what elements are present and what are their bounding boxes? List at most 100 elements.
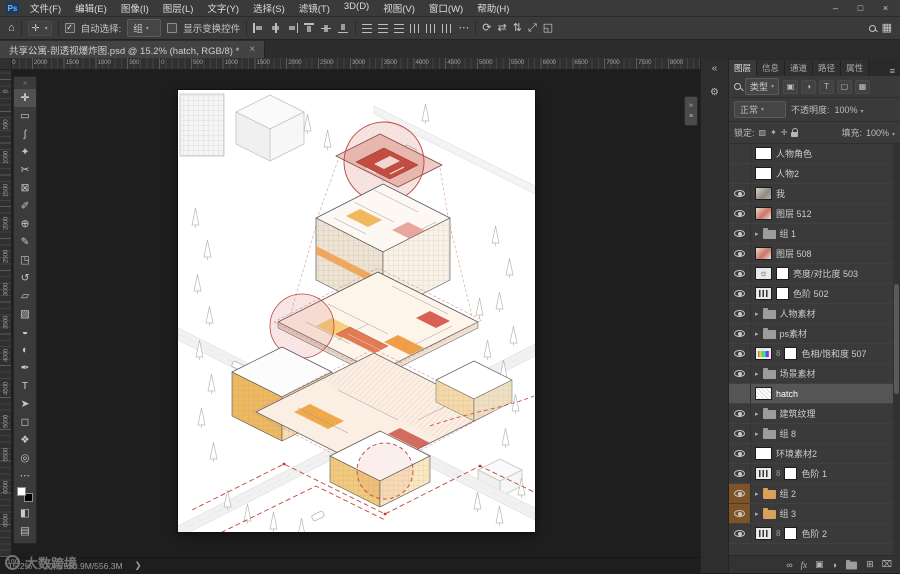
- layer-name[interactable]: hatch: [776, 389, 798, 399]
- layer-visibility-toggle[interactable]: [729, 224, 751, 243]
- distribute-vertical-top-button[interactable]: [362, 23, 373, 33]
- layer-row-main[interactable]: ▸ 组 8: [751, 427, 900, 440]
- panel-menu-icon[interactable]: ≡: [885, 66, 900, 76]
- edit-toolbar-button[interactable]: ⋯: [14, 467, 36, 485]
- properties-panel-icon[interactable]: ⚙: [704, 84, 726, 100]
- quick-mask-button[interactable]: ◧: [14, 504, 36, 522]
- layer-visibility-toggle[interactable]: [729, 524, 751, 543]
- distribute-vertical-bottom-button[interactable]: [394, 23, 405, 33]
- collapse-dock-button[interactable]: «: [704, 60, 726, 76]
- layer-row-main[interactable]: 人物2: [751, 167, 900, 180]
- layer-name[interactable]: 亮度/对比度 503: [793, 267, 858, 280]
- close-button[interactable]: ×: [873, 3, 898, 13]
- layer-row-main[interactable]: ▸ 组 1: [751, 227, 900, 240]
- menu-layer[interactable]: 图层(L): [156, 0, 201, 16]
- horizontal-ruler[interactable]: 2500200015001000500050010001500200025003…: [0, 58, 700, 70]
- lock-paint-icon[interactable]: ✦: [770, 128, 777, 137]
- layer-thumbnail[interactable]: [755, 247, 772, 260]
- distribute-horizontal-center-button[interactable]: [426, 23, 437, 33]
- layer-visibility-toggle[interactable]: [729, 344, 751, 363]
- collapse-widget-icon[interactable]: »: [689, 102, 693, 109]
- 3d-roll-icon[interactable]: ⇄: [498, 22, 507, 34]
- layer-name[interactable]: 环境素材2: [776, 447, 817, 460]
- eraser-tool[interactable]: ▱: [14, 287, 36, 305]
- adjustment-filter-icon[interactable]: ◑: [801, 79, 817, 94]
- tool-preset-dropdown[interactable]: ✛: [27, 20, 52, 36]
- lock-all-icon[interactable]: [791, 128, 799, 137]
- group-caret-icon[interactable]: ▸: [755, 490, 759, 498]
- layer-row[interactable]: 8 色阶 1: [729, 464, 900, 484]
- layer-mask-thumbnail[interactable]: [776, 287, 789, 300]
- 3d-scale-icon[interactable]: ◱: [543, 22, 553, 34]
- more-options-icon[interactable]: ⋯: [458, 22, 469, 34]
- pen-tool[interactable]: ✒: [14, 359, 36, 377]
- layer-mask-thumbnail[interactable]: [784, 347, 798, 360]
- distribute-horizontal-left-button[interactable]: [410, 23, 421, 33]
- menu-filter[interactable]: 滤镜(T): [292, 0, 337, 16]
- layer-name[interactable]: 色阶 502: [793, 287, 829, 300]
- layer-row-main[interactable]: ▸ 人物素材: [751, 307, 900, 320]
- layer-visibility-toggle[interactable]: [729, 504, 751, 523]
- layer-row[interactable]: ▸ 组 2: [729, 484, 900, 504]
- lock-transparency-icon[interactable]: ▨: [759, 128, 767, 137]
- 3d-slide-icon[interactable]: ⤢: [528, 22, 537, 34]
- zoom-tool[interactable]: ◎: [14, 449, 36, 467]
- home-icon[interactable]: ⌂: [8, 22, 15, 34]
- layer-name[interactable]: 色阶 1: [801, 467, 827, 480]
- layer-visibility-toggle[interactable]: [729, 364, 751, 383]
- layer-visibility-toggle[interactable]: [729, 204, 751, 223]
- layer-name[interactable]: 场景素材: [780, 367, 816, 380]
- layer-row[interactable]: 色阶 502: [729, 284, 900, 304]
- frame-tool[interactable]: ⊠: [14, 179, 36, 197]
- brush-tool[interactable]: ✎: [14, 233, 36, 251]
- healing-brush-tool[interactable]: ⊕: [14, 215, 36, 233]
- layer-visibility-toggle[interactable]: [729, 444, 751, 463]
- eyedropper-tool[interactable]: ✐: [14, 197, 36, 215]
- layer-row-main[interactable]: 8 色阶 2: [751, 527, 900, 540]
- layer-visibility-toggle[interactable]: [729, 424, 751, 443]
- maximize-button[interactable]: □: [848, 3, 873, 13]
- layer-name[interactable]: 组 1: [780, 227, 797, 240]
- layer-visibility-toggle[interactable]: [729, 404, 751, 423]
- foreground-color-swatch[interactable]: [17, 487, 26, 496]
- crop-tool[interactable]: ✂: [14, 161, 36, 179]
- menu-edit[interactable]: 编辑(E): [68, 0, 114, 16]
- layer-row[interactable]: ▸ ps素材: [729, 324, 900, 344]
- adjustment-thumbnail[interactable]: [755, 287, 772, 300]
- layer-row[interactable]: ▸ 组 1: [729, 224, 900, 244]
- layer-row-main[interactable]: 图层 512: [751, 207, 900, 220]
- adjustment-thumbnail[interactable]: [755, 347, 772, 360]
- distribute-vertical-middle-button[interactable]: [378, 23, 389, 33]
- layer-row-main[interactable]: hatch: [751, 387, 900, 400]
- menu-type[interactable]: 文字(Y): [200, 0, 246, 16]
- layer-row-main[interactable]: 色阶 502: [751, 287, 900, 300]
- layer-row[interactable]: 图层 512: [729, 204, 900, 224]
- panel-tab-属性[interactable]: 属性: [841, 60, 870, 76]
- align-top-button[interactable]: [304, 23, 315, 33]
- layer-row-main[interactable]: ▸ ps素材: [751, 327, 900, 340]
- dodge-tool[interactable]: ◐: [14, 341, 36, 359]
- lasso-tool[interactable]: ʃ: [14, 125, 36, 143]
- search-icon[interactable]: [868, 24, 876, 32]
- delete-layer-button[interactable]: ⌧: [882, 559, 892, 570]
- layer-thumbnail[interactable]: [755, 447, 772, 460]
- layer-thumbnail[interactable]: [755, 207, 772, 220]
- status-options-arrow[interactable]: ❯: [135, 560, 142, 571]
- layer-mask-thumbnail[interactable]: [776, 267, 789, 280]
- layer-name[interactable]: 人物角色: [776, 147, 812, 160]
- adjustment-thumbnail[interactable]: ☼: [755, 267, 772, 280]
- layer-visibility-toggle[interactable]: [729, 144, 751, 163]
- type-filter-icon[interactable]: T: [819, 79, 835, 94]
- show-transform-checkbox[interactable]: [167, 23, 178, 33]
- history-brush-tool[interactable]: ↺: [14, 269, 36, 287]
- layer-name[interactable]: ps素材: [780, 327, 808, 340]
- blur-tool[interactable]: ◒: [14, 323, 36, 341]
- opacity-value[interactable]: 100%: [835, 105, 864, 115]
- layer-visibility-toggle[interactable]: [729, 304, 751, 323]
- layer-visibility-toggle[interactable]: [729, 164, 751, 183]
- layer-row[interactable]: ▸ 场景素材: [729, 364, 900, 384]
- fill-value[interactable]: 100%: [866, 128, 895, 138]
- layer-row-main[interactable]: 8 色相/饱和度 507: [751, 347, 900, 360]
- layer-thumbnail[interactable]: [755, 387, 772, 400]
- layer-visibility-toggle[interactable]: [729, 284, 751, 303]
